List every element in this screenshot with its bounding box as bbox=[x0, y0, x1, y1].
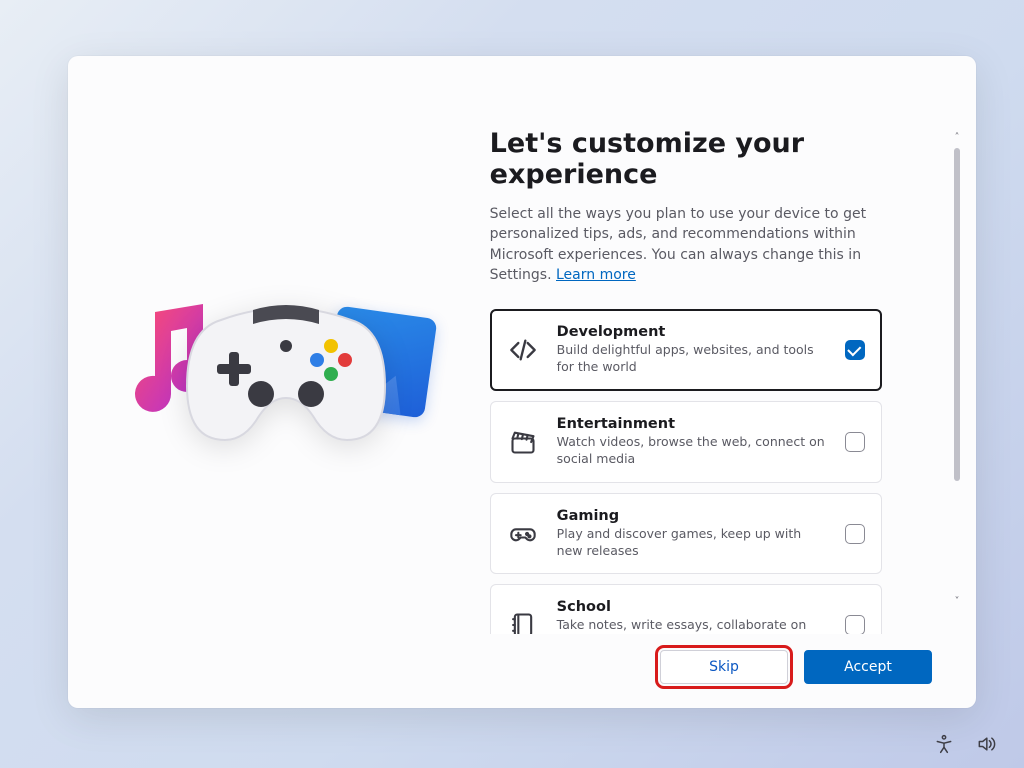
option-development[interactable]: Development Build delightful apps, websi… bbox=[490, 309, 882, 391]
option-desc: Watch videos, browse the web, connect on… bbox=[557, 434, 829, 468]
scrollbar[interactable]: ˄ ˅ bbox=[952, 132, 962, 608]
accept-button[interactable]: Accept bbox=[804, 650, 932, 684]
game-controller-icon bbox=[181, 290, 391, 450]
option-checkbox[interactable] bbox=[845, 524, 865, 544]
learn-more-link[interactable]: Learn more bbox=[556, 267, 636, 283]
hero-graphic bbox=[117, 272, 437, 492]
footer: Skip Accept bbox=[486, 634, 968, 688]
option-title: Entertainment bbox=[557, 416, 829, 432]
taskbar-tray bbox=[934, 734, 996, 754]
option-school[interactable]: School Take notes, write essays, collabo… bbox=[490, 584, 882, 634]
code-icon bbox=[505, 332, 541, 368]
option-desc: Play and discover games, keep up with ne… bbox=[557, 526, 829, 560]
skip-button[interactable]: Skip bbox=[660, 650, 788, 684]
scroll-down-arrow-icon[interactable]: ˅ bbox=[952, 596, 962, 608]
option-gaming[interactable]: Gaming Play and discover games, keep up … bbox=[490, 493, 882, 575]
scroll-region: Let's customize your experience Select a… bbox=[486, 128, 968, 634]
option-title: Gaming bbox=[557, 508, 829, 524]
page-subtitle: Select all the ways you plan to use your… bbox=[490, 204, 890, 285]
hero-pane bbox=[68, 56, 486, 708]
accessibility-icon[interactable] bbox=[934, 734, 954, 754]
option-entertainment[interactable]: Entertainment Watch videos, browse the w… bbox=[490, 401, 882, 483]
scroll-thumb[interactable] bbox=[954, 148, 960, 481]
option-checkbox[interactable] bbox=[845, 615, 865, 634]
content-pane: Let's customize your experience Select a… bbox=[486, 56, 976, 708]
scroll-up-arrow-icon[interactable]: ˄ bbox=[952, 132, 962, 144]
option-title: School bbox=[557, 599, 829, 615]
page-title: Let's customize your experience bbox=[490, 128, 944, 190]
notebook-icon bbox=[505, 607, 541, 634]
option-title: Development bbox=[557, 324, 829, 340]
subtitle-text: Select all the ways you plan to use your… bbox=[490, 206, 866, 283]
volume-icon[interactable] bbox=[976, 734, 996, 754]
oobe-window: Let's customize your experience Select a… bbox=[68, 56, 976, 708]
options-list: Development Build delightful apps, websi… bbox=[490, 309, 882, 634]
option-checkbox[interactable] bbox=[845, 432, 865, 452]
option-checkbox[interactable] bbox=[845, 340, 865, 360]
clapper-icon bbox=[505, 424, 541, 460]
option-desc: Take notes, write essays, collaborate on… bbox=[557, 617, 829, 634]
gamepad-icon bbox=[505, 516, 541, 552]
option-desc: Build delightful apps, websites, and too… bbox=[557, 342, 829, 376]
